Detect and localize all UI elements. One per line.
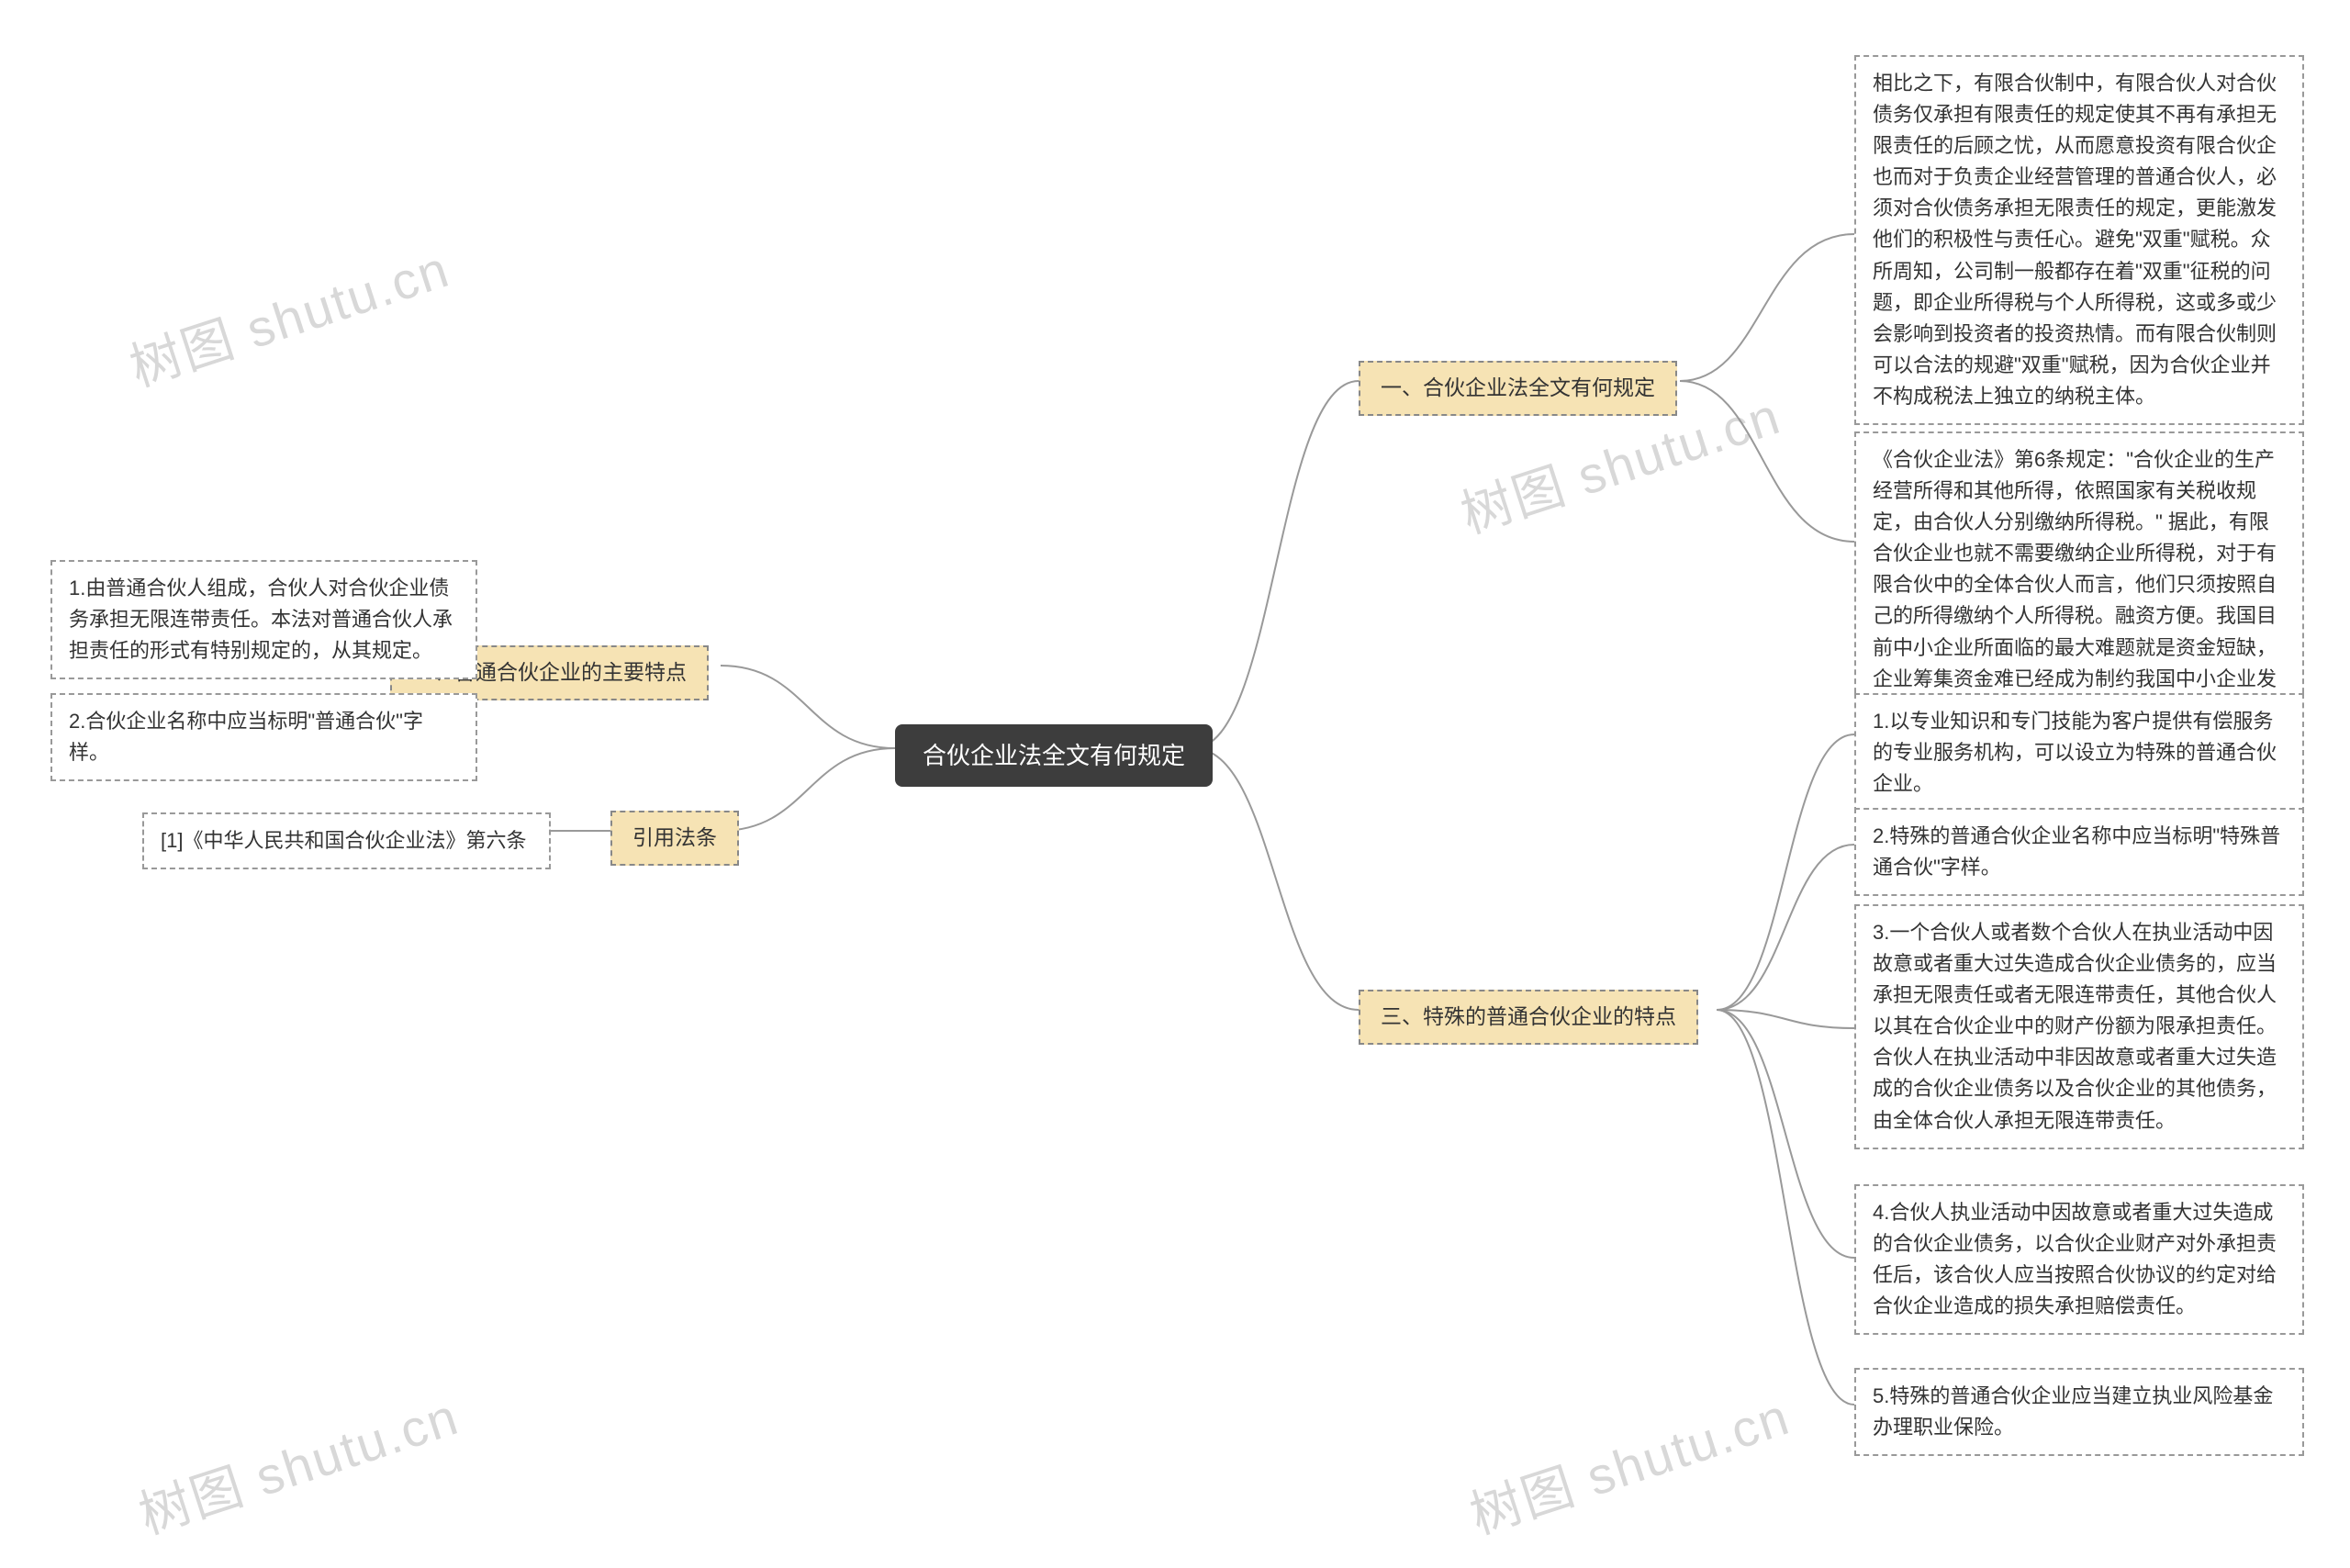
center-node: 合伙企业法全文有何规定 <box>895 724 1213 787</box>
branch-3-leaf-5: 5.特殊的普通合伙企业应当建立执业风险基金办理职业保险。 <box>1854 1368 2304 1456</box>
watermark: 树图 shutu.cn <box>1460 1375 1798 1549</box>
branch-2-leaf-2: 2.合伙企业名称中应当标明"普通合伙"字样。 <box>50 693 477 781</box>
branch-4: 引用法条 <box>610 811 739 866</box>
branch-1: 一、合伙企业法全文有何规定 <box>1359 361 1677 416</box>
branch-1-leaf-1: 相比之下，有限合伙制中，有限合伙人对合伙债务仅承担有限责任的规定使其不再有承担无… <box>1854 55 2304 425</box>
branch-3-leaf-4: 4.合伙人执业活动中因故意或者重大过失造成的合伙企业债务，以合伙企业财产对外承担… <box>1854 1184 2304 1335</box>
branch-3-leaf-1: 1.以专业知识和专门技能为客户提供有偿服务的专业服务机构，可以设立为特殊的普通合… <box>1854 693 2304 812</box>
branch-3-leaf-3: 3.一个合伙人或者数个合伙人在执业活动中因故意或者重大过失造成合伙企业债务的，应… <box>1854 904 2304 1149</box>
branch-2-leaf-1: 1.由普通合伙人组成，合伙人对合伙企业债务承担无限连带责任。本法对普通合伙人承担… <box>50 560 477 679</box>
branch-3-leaf-2: 2.特殊的普通合伙企业名称中应当标明"特殊普通合伙"字样。 <box>1854 808 2304 896</box>
branch-3: 三、特殊的普通合伙企业的特点 <box>1359 990 1698 1045</box>
watermark: 树图 shutu.cn <box>129 1375 467 1549</box>
watermark: 树图 shutu.cn <box>119 228 458 401</box>
branch-4-leaf-1: [1]《中华人民共和国合伙企业法》第六条 <box>142 812 551 869</box>
